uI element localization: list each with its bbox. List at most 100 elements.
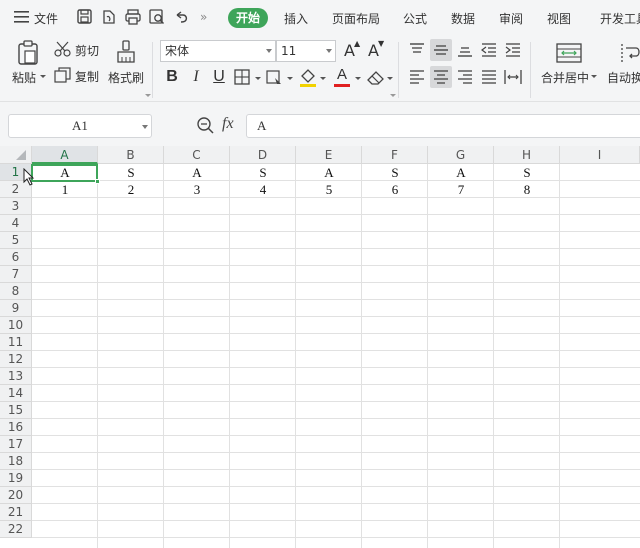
save-icon[interactable]	[76, 8, 94, 26]
underline-button[interactable]: U	[208, 66, 230, 88]
row-header-13[interactable]: 13	[0, 368, 32, 385]
font-color-dropdown-caret[interactable]	[355, 77, 361, 80]
column-header-i[interactable]: I	[560, 146, 640, 164]
cell-g2[interactable]: 7	[428, 181, 494, 198]
row-header-17[interactable]: 17	[0, 436, 32, 453]
format-painter-icon[interactable]	[114, 40, 138, 66]
align-middle-button[interactable]	[430, 39, 452, 61]
undo-icon[interactable]	[172, 8, 190, 26]
cell-a2[interactable]: 1	[32, 181, 98, 198]
paste-dropdown-caret[interactable]	[40, 75, 46, 78]
align-bottom-icon[interactable]	[456, 42, 474, 58]
auto-wrap-button[interactable]: 自动换	[607, 69, 640, 86]
row-header-19[interactable]: 19	[0, 470, 32, 487]
column-header-g[interactable]: G	[428, 146, 494, 164]
align-right-icon[interactable]	[456, 69, 474, 85]
column-header-e[interactable]: E	[296, 146, 362, 164]
justify-icon[interactable]	[480, 69, 498, 85]
tab-view[interactable]: 视图	[547, 10, 571, 27]
cell-style-icon[interactable]	[266, 69, 284, 85]
merge-dropdown-caret[interactable]	[591, 75, 597, 78]
row-header-6[interactable]: 6	[0, 249, 32, 266]
align-left-icon[interactable]	[408, 69, 426, 85]
italic-button[interactable]: I	[185, 66, 207, 88]
column-header-a[interactable]: A	[32, 146, 98, 164]
name-box[interactable]: A1	[8, 114, 152, 138]
cut-icon[interactable]	[54, 41, 72, 57]
file-menu[interactable]: 文件	[34, 10, 58, 27]
align-top-icon[interactable]	[408, 42, 426, 58]
row-header-22[interactable]: 22	[0, 521, 32, 538]
print-icon[interactable]	[124, 8, 142, 26]
more-commands-icon[interactable]: »	[200, 10, 207, 24]
tab-formulas[interactable]: 公式	[403, 10, 427, 27]
decrease-font-size-button[interactable]: A ▼	[364, 39, 386, 62]
column-header-f[interactable]: F	[362, 146, 428, 164]
cell-c2[interactable]: 3	[164, 181, 230, 198]
format-painter-button[interactable]: 格式刷	[108, 69, 144, 86]
cut-button[interactable]: 剪切	[75, 42, 99, 59]
borders-icon[interactable]	[234, 69, 252, 85]
clipboard-group-launcher[interactable]	[145, 94, 151, 97]
row-header-7[interactable]: 7	[0, 266, 32, 283]
cell-c1[interactable]: A	[164, 164, 230, 181]
insert-function-button[interactable]: fx	[222, 115, 234, 133]
merge-center-icon[interactable]	[556, 42, 582, 64]
fill-color-icon[interactable]	[298, 66, 318, 88]
increase-font-size-button[interactable]: A ▲	[340, 39, 362, 62]
zoom-icon[interactable]	[196, 116, 216, 136]
font-size-select[interactable]: 11	[276, 40, 336, 62]
tab-review[interactable]: 审阅	[499, 10, 523, 27]
cell-f2[interactable]: 6	[362, 181, 428, 198]
column-header-c[interactable]: C	[164, 146, 230, 164]
cell-g1[interactable]: A	[428, 164, 494, 181]
merge-center-button[interactable]: 合并居中	[541, 69, 589, 86]
column-header-b[interactable]: B	[98, 146, 164, 164]
tab-insert[interactable]: 插入	[284, 10, 308, 27]
cell-b1[interactable]: S	[98, 164, 164, 181]
tab-developer[interactable]: 开发工具	[600, 10, 640, 27]
print-preview-icon[interactable]	[148, 8, 166, 26]
tab-page-layout[interactable]: 页面布局	[332, 10, 380, 27]
fill-handle[interactable]	[95, 179, 100, 184]
cell-h2[interactable]: 8	[494, 181, 560, 198]
align-center-button[interactable]	[430, 66, 452, 88]
row-header-21[interactable]: 21	[0, 504, 32, 521]
tab-home[interactable]: 开始	[228, 8, 268, 28]
increase-indent-icon[interactable]	[504, 42, 522, 58]
auto-wrap-icon[interactable]	[620, 42, 640, 64]
tab-data[interactable]: 数据	[451, 10, 475, 27]
clear-dropdown-caret[interactable]	[387, 77, 393, 80]
row-header-4[interactable]: 4	[0, 215, 32, 232]
row-header-16[interactable]: 16	[0, 419, 32, 436]
fill-color-dropdown-caret[interactable]	[320, 77, 326, 80]
column-header-h[interactable]: H	[494, 146, 560, 164]
paste-button[interactable]: 粘贴	[12, 69, 36, 86]
font-name-select[interactable]: 宋体	[160, 40, 276, 62]
paste-icon[interactable]	[16, 40, 40, 66]
row-header-5[interactable]: 5	[0, 232, 32, 249]
copy-button[interactable]: 复制	[75, 68, 99, 85]
row-header-15[interactable]: 15	[0, 402, 32, 419]
row-header-14[interactable]: 14	[0, 385, 32, 402]
cell-e2[interactable]: 5	[296, 181, 362, 198]
bold-button[interactable]: B	[161, 66, 183, 88]
font-group-launcher[interactable]	[390, 94, 396, 97]
cell-d2[interactable]: 4	[230, 181, 296, 198]
output-pdf-icon[interactable]	[100, 8, 118, 26]
copy-icon[interactable]	[54, 67, 72, 83]
select-all-corner[interactable]	[0, 146, 32, 164]
row-header-12[interactable]: 12	[0, 351, 32, 368]
row-header-10[interactable]: 10	[0, 317, 32, 334]
eraser-icon[interactable]	[366, 68, 386, 86]
cell-d1[interactable]: S	[230, 164, 296, 181]
distributed-align-icon[interactable]	[504, 69, 522, 85]
cell-e1[interactable]: A	[296, 164, 362, 181]
row-header-9[interactable]: 9	[0, 300, 32, 317]
column-header-d[interactable]: D	[230, 146, 296, 164]
cell-h1[interactable]: S	[494, 164, 560, 181]
row-header-11[interactable]: 11	[0, 334, 32, 351]
cell-style-dropdown-caret[interactable]	[287, 77, 293, 80]
row-header-8[interactable]: 8	[0, 283, 32, 300]
row-header-20[interactable]: 20	[0, 487, 32, 504]
